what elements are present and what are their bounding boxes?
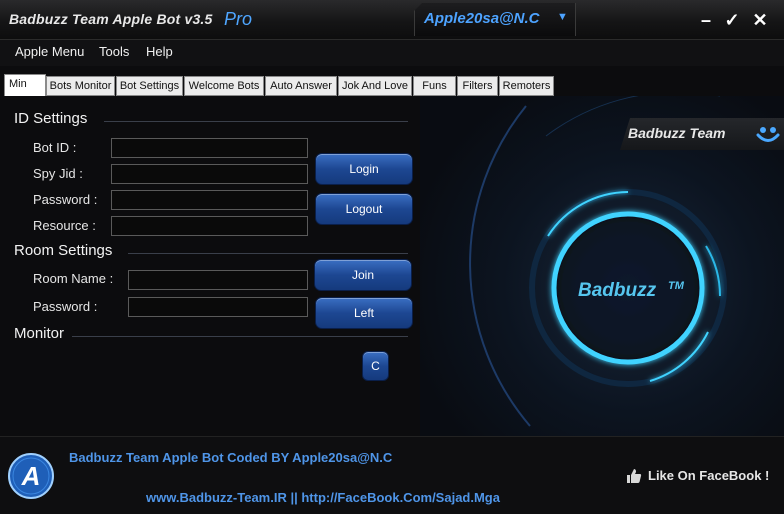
room-settings-divider — [128, 253, 408, 254]
footer: A Badbuzz Team Apple Bot Coded BY Apple2… — [0, 436, 784, 514]
tab-welcome-bots[interactable]: Welcome Bots — [184, 76, 264, 96]
tab-bots-monitor[interactable]: Bots Monitor — [46, 76, 115, 96]
spy-jid-input[interactable] — [111, 164, 308, 184]
menu-apple-menu[interactable]: Apple Menu — [15, 44, 84, 59]
join-button[interactable]: Join — [314, 259, 412, 291]
tab-auto-answer[interactable]: Auto Answer — [265, 76, 337, 96]
resource-input[interactable] — [111, 216, 308, 236]
logo-text: Badbuzz — [578, 280, 657, 301]
password-label: Password : — [33, 192, 98, 207]
facebook-like-text: Like On FaceBook ! — [648, 468, 770, 483]
monitor-divider — [72, 336, 408, 337]
login-button[interactable]: Login — [315, 153, 413, 185]
smiley-icon — [756, 127, 780, 142]
tab-strip: Min Bots Monitor Bot Settings Welcome Bo… — [0, 74, 560, 96]
id-settings-divider — [104, 121, 408, 122]
logo-letter: A — [21, 461, 41, 491]
room-name-label: Room Name : — [33, 271, 114, 286]
app-title: Badbuzz Team Apple Bot v3.5 — [9, 11, 213, 27]
account-selector[interactable]: Apple20sa@N.C ▼ — [414, 3, 576, 36]
resource-label: Resource : — [33, 218, 96, 233]
chevron-down-icon: ▼ — [557, 11, 568, 23]
id-settings-title: ID Settings — [14, 110, 88, 127]
menu-tools[interactable]: Tools — [99, 44, 129, 59]
app-edition: Pro — [224, 9, 253, 29]
minimize-icon[interactable]: – — [695, 8, 717, 32]
room-password-label: Password : — [33, 299, 98, 314]
room-password-input[interactable] — [128, 297, 308, 317]
tab-funs[interactable]: Funs — [413, 76, 456, 96]
clear-button[interactable]: C — [362, 351, 389, 381]
password-input[interactable] — [111, 190, 308, 210]
footer-credit: Badbuzz Team Apple Bot Coded BY Apple20s… — [69, 450, 393, 465]
room-settings-title: Room Settings — [14, 242, 113, 259]
menu-bar: Apple Menu Tools Help — [0, 40, 784, 66]
account-name: Apple20sa@N.C — [424, 10, 540, 27]
bot-id-input[interactable] — [111, 138, 308, 158]
menu-help[interactable]: Help — [146, 44, 173, 59]
bot-id-label: Bot ID : — [33, 140, 77, 155]
tab-min[interactable]: Min — [4, 74, 46, 96]
logout-button[interactable]: Logout — [315, 193, 413, 225]
brand-art-panel: Badbuzz Team Badbuzz TM — [420, 96, 784, 436]
tab-bot-settings[interactable]: Bot Settings — [116, 76, 183, 96]
close-icon[interactable]: ✕ — [749, 8, 771, 32]
monitor-title: Monitor — [14, 325, 65, 342]
tab-jok-and-love[interactable]: Jok And Love — [338, 76, 412, 96]
brand-banner-text: Badbuzz Team — [628, 125, 726, 141]
tab-remoters[interactable]: Remoters — [499, 76, 554, 96]
spy-jid-label: Spy Jid : — [33, 166, 83, 181]
title-bar: Badbuzz Team Apple Bot v3.5 Pro Apple20s… — [0, 0, 784, 40]
apple-a-logo-icon: A — [8, 453, 54, 499]
brand-banner: Badbuzz Team — [620, 118, 784, 150]
trademark-text: TM — [668, 280, 684, 292]
app-window: Badbuzz Team Apple Bot v3.5 Pro Apple20s… — [0, 0, 784, 514]
tab-filters[interactable]: Filters — [457, 76, 498, 96]
footer-links[interactable]: www.Badbuzz-Team.IR || http://FaceBook.C… — [146, 490, 500, 505]
checkmark-icon[interactable]: ✓ — [721, 8, 743, 32]
room-name-input[interactable] — [128, 270, 308, 290]
thumbs-up-icon — [627, 469, 642, 483]
left-button[interactable]: Left — [315, 297, 413, 329]
